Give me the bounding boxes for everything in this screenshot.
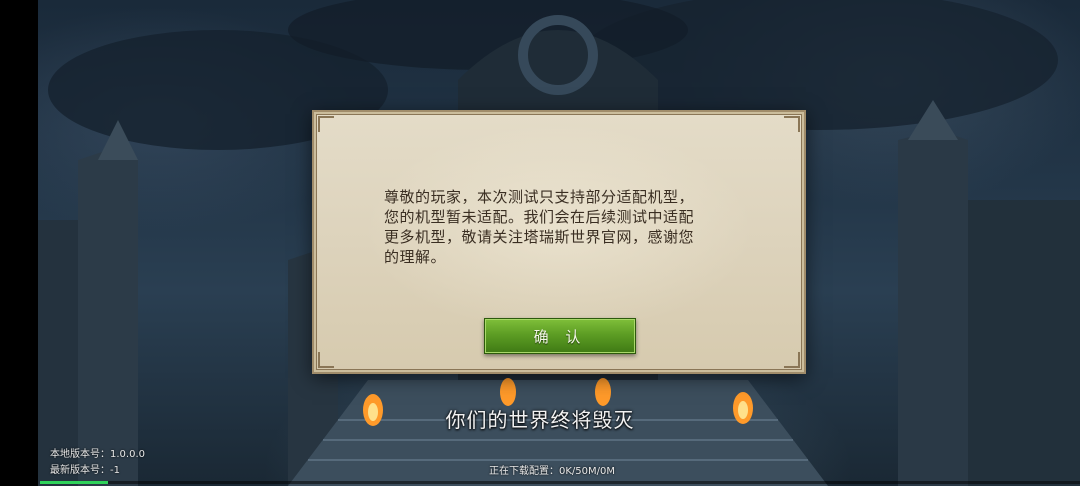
story-subtitle: 你们的世界终将毁灭 — [445, 408, 635, 432]
dialog-corner-ornament — [784, 352, 800, 368]
confirm-button[interactable]: 确 认 — [484, 318, 636, 354]
download-status: 正在下载配置：0K/50M/0M — [489, 466, 616, 477]
dialog-corner-ornament — [784, 116, 800, 132]
latest-version-value: -1 — [110, 465, 120, 476]
download-progress-bar — [40, 481, 1080, 484]
dialog-corner-ornament — [318, 352, 334, 368]
local-version-label: 本地版本号： — [50, 449, 110, 460]
version-info: 本地版本号：1.0.0.0 最新版本号：-1 — [50, 447, 145, 479]
unsupported-device-dialog: 尊敬的玩家，本次测试只支持部分适配机型， 您的机型暂未适配。我们会在后续测试中适… — [312, 110, 806, 374]
dialog-corner-ornament — [318, 116, 334, 132]
local-version-value: 1.0.0.0 — [110, 449, 145, 460]
latest-version: 最新版本号：-1 — [50, 463, 145, 479]
download-progress-fill — [40, 481, 108, 484]
latest-version-label: 最新版本号： — [50, 465, 110, 476]
dialog-message: 尊敬的玩家，本次测试只支持部分适配机型， 您的机型暂未适配。我们会在后续测试中适… — [384, 188, 695, 266]
local-version: 本地版本号：1.0.0.0 — [50, 447, 145, 463]
